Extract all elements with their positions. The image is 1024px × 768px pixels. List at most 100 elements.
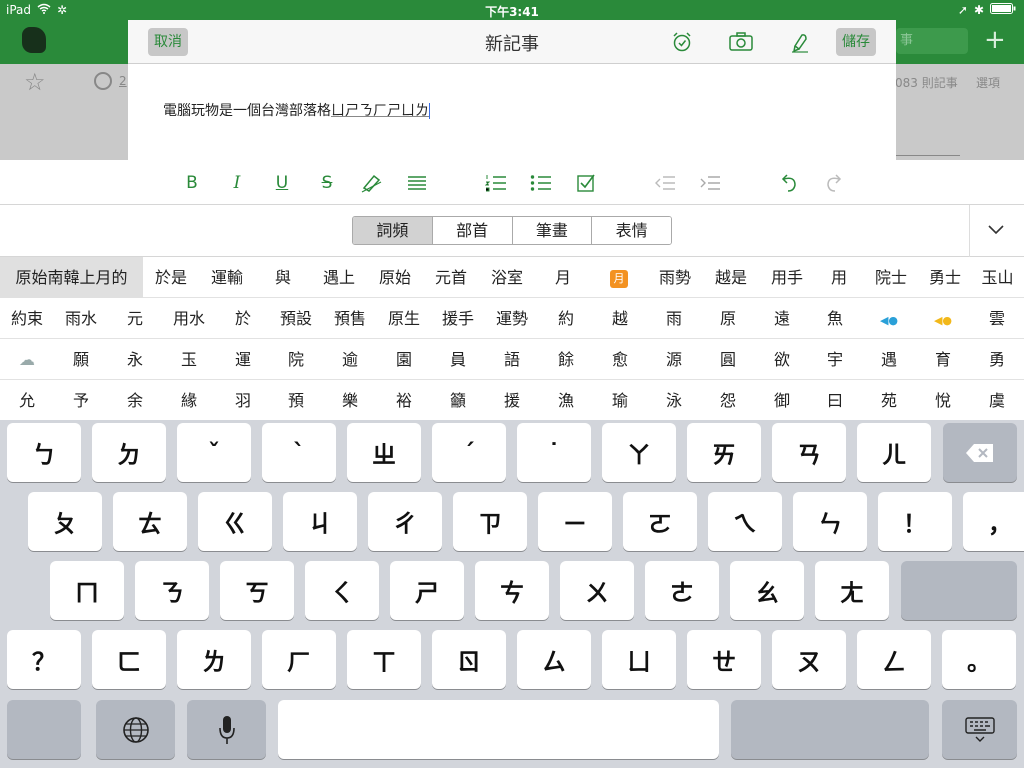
candidate-item[interactable]: 悅: [916, 380, 970, 421]
candidate-item[interactable]: 魚: [808, 298, 862, 339]
underline-icon[interactable]: U: [270, 171, 294, 195]
candidate-item[interactable]: 勇士: [919, 257, 971, 298]
note-editor[interactable]: 電腦玩物是一個台灣部落格ㄩㄕㄋㄏㄕㄩㄌ: [163, 100, 430, 120]
candidate-item[interactable]: 源: [647, 339, 701, 380]
candidate-item[interactable]: 原始南韓上月的: [0, 257, 143, 298]
key[interactable]: ˙: [517, 423, 591, 482]
key[interactable]: ㄧ: [538, 492, 612, 551]
candidate-item[interactable]: 羽: [216, 380, 270, 421]
camera-icon[interactable]: [729, 30, 753, 54]
key[interactable]: ㄙ: [517, 630, 591, 689]
candidate-item[interactable]: 雨: [647, 298, 701, 339]
candidate-item[interactable]: 虞: [970, 380, 1024, 421]
chevron-down-icon[interactable]: [984, 219, 1008, 243]
candidate-item[interactable]: 遠: [755, 298, 809, 339]
add-note-icon[interactable]: +: [984, 26, 1006, 54]
star-icon[interactable]: ☆: [24, 68, 46, 96]
globe-key[interactable]: [96, 700, 175, 759]
reminder-icon[interactable]: [94, 72, 112, 90]
key[interactable]: ㄕ: [390, 561, 464, 620]
candidate-item[interactable]: 勇: [970, 339, 1024, 380]
candidate-item[interactable]: 於是: [143, 257, 199, 298]
key[interactable]: ㄣ: [793, 492, 867, 551]
key[interactable]: ㄤ: [815, 561, 889, 620]
candidate-item[interactable]: 預售: [323, 298, 377, 339]
candidate-item[interactable]: 圓: [701, 339, 755, 380]
candidate-item[interactable]: 裕: [377, 380, 431, 421]
key[interactable]: ㄒ: [347, 630, 421, 689]
key[interactable]: ㄔ: [368, 492, 442, 551]
candidate-item[interactable]: 宇: [808, 339, 862, 380]
key[interactable]: ㄆ: [28, 492, 102, 551]
candidate-item[interactable]: 怨: [701, 380, 755, 421]
evernote-logo-icon[interactable]: [22, 27, 46, 53]
candidate-item[interactable]: 園: [377, 339, 431, 380]
numbers-key[interactable]: [7, 700, 81, 759]
candidate-item[interactable]: 用水: [162, 298, 216, 339]
key[interactable]: 。: [942, 630, 1016, 689]
candidate-item[interactable]: 逾: [323, 339, 377, 380]
candidate-item[interactable]: 欲: [755, 339, 809, 380]
checkbox-icon[interactable]: [574, 171, 598, 195]
indent-icon[interactable]: [698, 171, 722, 195]
key[interactable]: ㄅ: [7, 423, 81, 482]
tab-strokes[interactable]: 筆畫: [512, 217, 593, 244]
candidate-item[interactable]: 語: [485, 339, 539, 380]
calendar-emoji-icon[interactable]: 月: [591, 257, 647, 298]
key[interactable]: ㄟ: [708, 492, 782, 551]
outdent-icon[interactable]: [653, 171, 677, 195]
key[interactable]: ㄉ: [92, 423, 166, 482]
candidate-item[interactable]: 御: [755, 380, 809, 421]
highlighter-icon[interactable]: [360, 171, 384, 195]
candidate-item[interactable]: 余: [108, 380, 162, 421]
candidate-item[interactable]: 愈: [593, 339, 647, 380]
hide-keyboard-key[interactable]: [942, 700, 1017, 759]
candidate-item[interactable]: 運輸: [199, 257, 255, 298]
undo-icon[interactable]: [777, 171, 801, 195]
candidate-item[interactable]: 瑜: [593, 380, 647, 421]
candidate-item[interactable]: 於: [216, 298, 270, 339]
save-button[interactable]: 儲存: [836, 28, 876, 56]
tropical-fish-emoji-icon[interactable]: ◀●: [916, 298, 970, 339]
key[interactable]: ㄎ: [220, 561, 294, 620]
key[interactable]: ˋ: [262, 423, 336, 482]
key[interactable]: ㄜ: [645, 561, 719, 620]
candidate-item[interactable]: 員: [431, 339, 485, 380]
candidate-item[interactable]: 泳: [647, 380, 701, 421]
candidate-item[interactable]: 緣: [162, 380, 216, 421]
candidate-item[interactable]: 用: [815, 257, 863, 298]
candidate-item[interactable]: 原生: [377, 298, 431, 339]
candidate-item[interactable]: 運勢: [485, 298, 539, 339]
search-input[interactable]: 事: [896, 28, 968, 54]
key[interactable]: ㄐ: [283, 492, 357, 551]
strikethrough-icon[interactable]: S: [315, 171, 339, 195]
reminder-count[interactable]: 2: [119, 74, 127, 88]
cloud-emoji-icon[interactable]: ☁: [0, 339, 54, 380]
tab-emoji[interactable]: 表情: [592, 217, 671, 244]
options-link[interactable]: 選項: [976, 74, 1000, 91]
candidate-item[interactable]: 援: [485, 380, 539, 421]
key[interactable]: ˇ: [177, 423, 251, 482]
candidate-item[interactable]: 雨勢: [647, 257, 703, 298]
numbered-list-icon[interactable]: [484, 171, 508, 195]
key[interactable]: ㄌ: [177, 630, 251, 689]
candidate-item[interactable]: 樂: [323, 380, 377, 421]
candidate-item[interactable]: 餘: [539, 339, 593, 380]
candidate-item[interactable]: 玉山: [971, 257, 1024, 298]
candidate-item[interactable]: 與: [255, 257, 311, 298]
candidate-item[interactable]: 運: [216, 339, 270, 380]
candidate-item[interactable]: 院: [269, 339, 323, 380]
key[interactable]: ㄍ: [198, 492, 272, 551]
numbers-key[interactable]: [731, 700, 929, 759]
key[interactable]: ！: [878, 492, 952, 551]
candidate-item[interactable]: 預設: [269, 298, 323, 339]
key[interactable]: ㄡ: [772, 630, 846, 689]
candidate-item[interactable]: 約束: [0, 298, 54, 339]
key[interactable]: ㄏ: [262, 630, 336, 689]
align-icon[interactable]: [405, 171, 429, 195]
candidate-item[interactable]: 育: [916, 339, 970, 380]
candidate-item[interactable]: 院士: [863, 257, 919, 298]
candidate-item[interactable]: 永: [108, 339, 162, 380]
tab-word-frequency[interactable]: 詞頻: [353, 217, 433, 244]
key[interactable]: ㄖ: [432, 630, 506, 689]
